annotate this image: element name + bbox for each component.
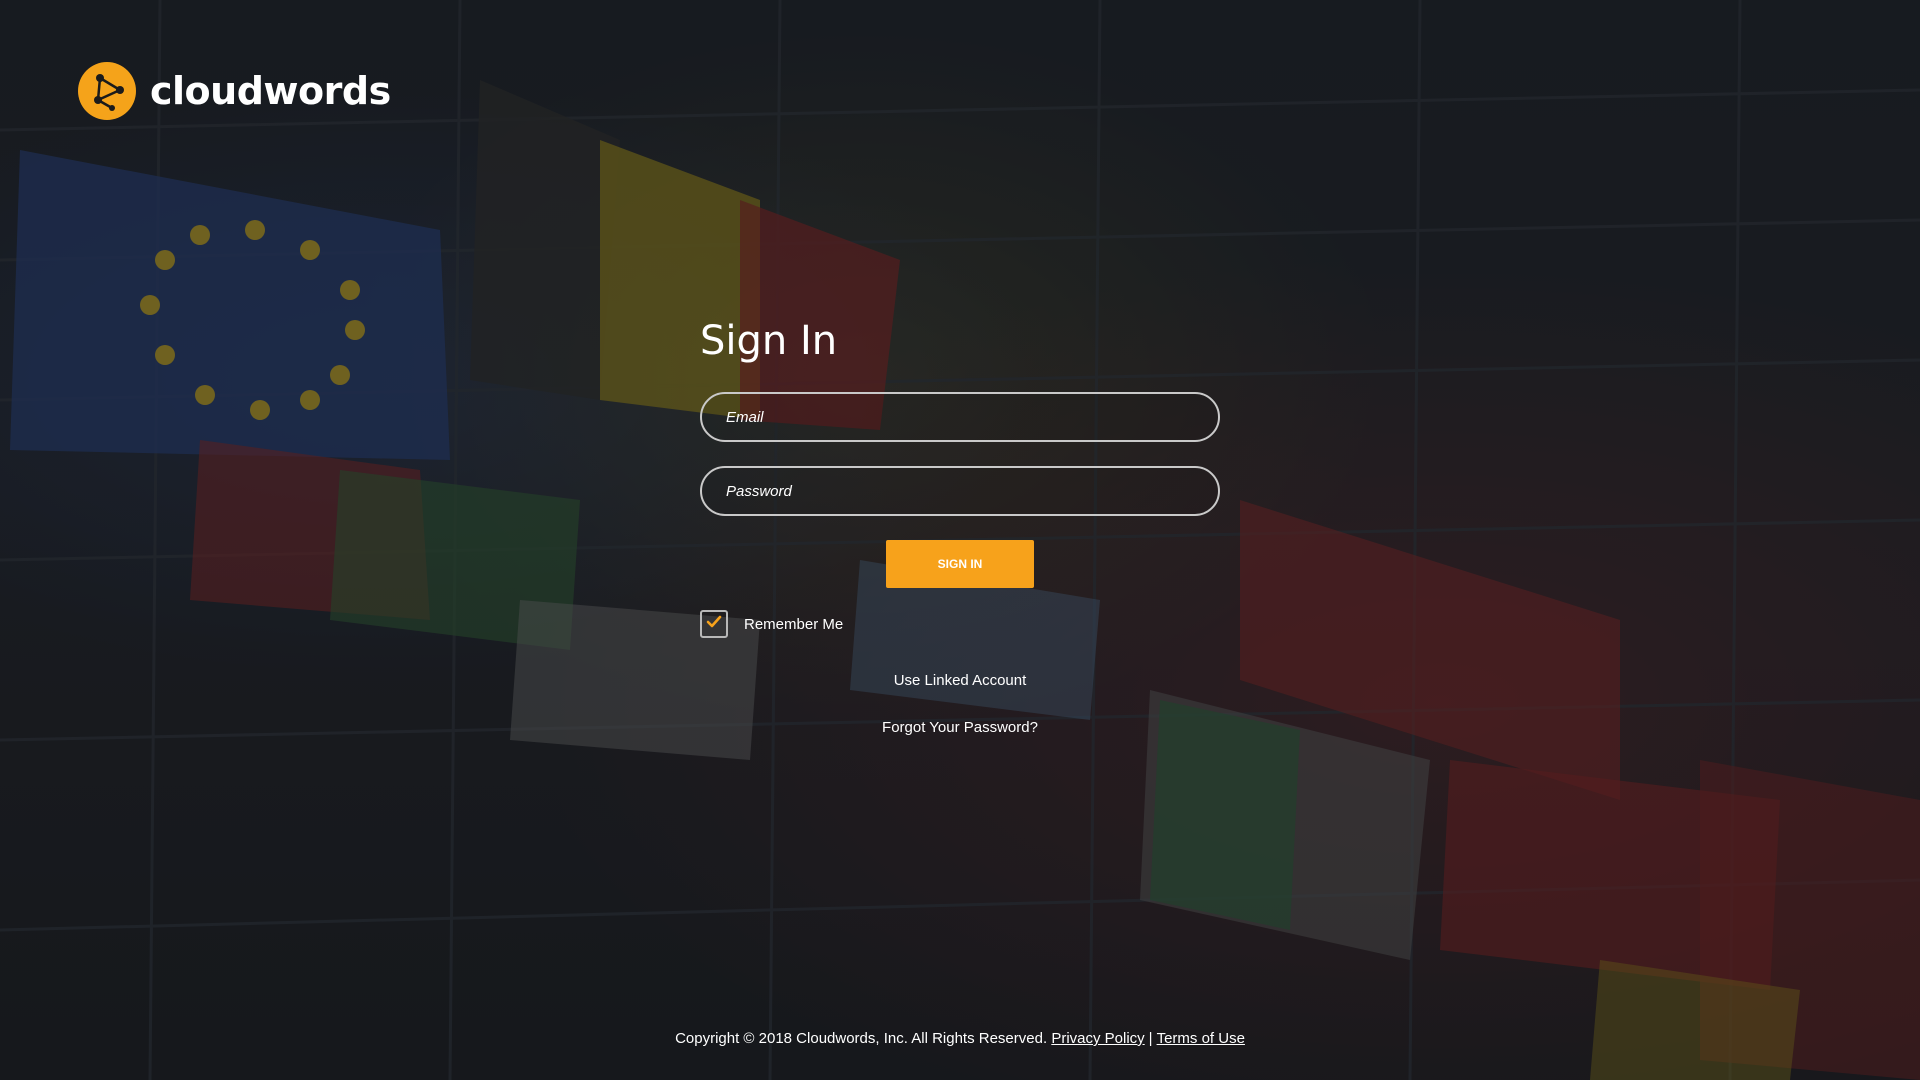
remember-me-label[interactable]: Remember Me — [744, 616, 843, 633]
brand-name: cloudwords — [150, 69, 391, 113]
cloudwords-logo-icon — [78, 62, 136, 120]
forgot-password-link[interactable]: Forgot Your Password? — [700, 719, 1220, 736]
page-title: Sign In — [700, 318, 838, 364]
use-linked-account-link[interactable]: Use Linked Account — [700, 672, 1220, 689]
email-field[interactable] — [700, 392, 1220, 442]
checkmark-icon — [706, 615, 722, 634]
terms-of-use-link[interactable]: Terms of Use — [1157, 1030, 1245, 1047]
sign-in-button[interactable]: SIGN IN — [886, 540, 1034, 588]
sign-in-form: Sign In SIGN IN Remember Me Use Linked A… — [700, 318, 1220, 736]
footer: Copyright © 2018 Cloudwords, Inc. All Ri… — [0, 1030, 1920, 1047]
password-field[interactable] — [700, 466, 1220, 516]
copyright-text: Copyright © 2018 Cloudwords, Inc. All Ri… — [675, 1030, 1048, 1047]
remember-me-checkbox[interactable] — [700, 610, 728, 638]
remember-me-row: Remember Me — [700, 610, 1220, 638]
brand-logo[interactable]: cloudwords — [78, 62, 391, 120]
footer-separator: | — [1148, 1030, 1153, 1047]
sign-in-page: cloudwords Sign In SIGN IN Remember Me U… — [0, 0, 1920, 1080]
privacy-policy-link[interactable]: Privacy Policy — [1051, 1030, 1144, 1047]
